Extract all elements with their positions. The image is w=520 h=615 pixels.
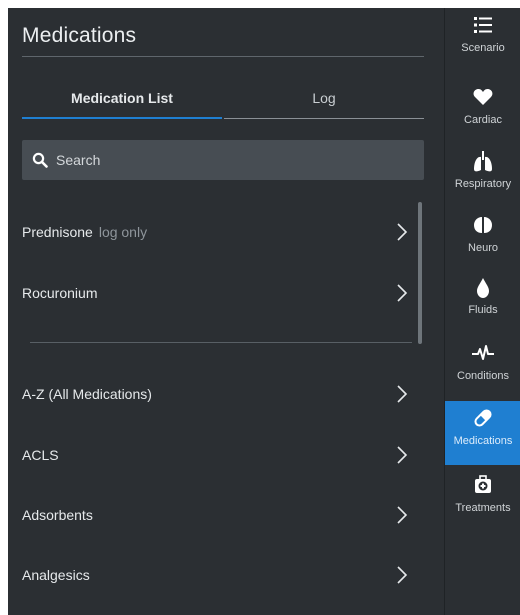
pill-icon bbox=[445, 407, 520, 431]
list-item-note: log only bbox=[98, 224, 148, 240]
app-window: Medications Medication List Log Predniso… bbox=[8, 8, 520, 615]
nav-item-scenario[interactable]: Scenario bbox=[445, 8, 520, 72]
nav-label: Treatments bbox=[455, 502, 511, 514]
chevron-right-icon bbox=[396, 384, 408, 409]
nav-label: Medications bbox=[453, 435, 513, 447]
search-icon bbox=[32, 152, 48, 168]
list-icon bbox=[445, 14, 520, 38]
category-label: Analgesics bbox=[22, 567, 90, 583]
brain-icon bbox=[445, 214, 520, 238]
nav-item-treatments[interactable]: Treatments bbox=[445, 468, 520, 532]
category-adsorbents[interactable]: Adsorbents bbox=[22, 485, 418, 545]
chevron-right-icon bbox=[396, 505, 408, 530]
category-label: A-Z (All Medications) bbox=[22, 386, 152, 402]
nav-item-fluids[interactable]: Fluids bbox=[445, 270, 520, 334]
category-a-z[interactable]: A-Z (All Medications) bbox=[22, 364, 418, 424]
list-item-rocuronium[interactable]: Rocuronium bbox=[22, 263, 418, 323]
tab-log[interactable]: Log bbox=[224, 80, 424, 118]
nav-item-cardiac[interactable]: Cardiac bbox=[445, 80, 520, 144]
list-item-label: Prednisone bbox=[22, 224, 93, 240]
side-nav: Scenario Cardiac Respiratory Neuro Fluid… bbox=[444, 8, 520, 615]
search-bar[interactable] bbox=[22, 140, 424, 180]
droplet-icon bbox=[445, 276, 520, 300]
lungs-icon bbox=[445, 150, 520, 174]
category-analgesics[interactable]: Analgesics bbox=[22, 545, 418, 605]
chevron-right-icon bbox=[396, 445, 408, 470]
category-label: ACLS bbox=[22, 447, 59, 463]
medications-panel: Medications Medication List Log Predniso… bbox=[8, 8, 444, 615]
page-title: Medications bbox=[22, 24, 137, 47]
active-tab-indicator bbox=[22, 117, 222, 119]
search-input[interactable] bbox=[56, 152, 396, 168]
list-item-prednisone[interactable]: Prednisone log only bbox=[22, 202, 418, 262]
nav-label: Fluids bbox=[468, 304, 498, 316]
nav-item-medications[interactable]: Medications bbox=[445, 401, 520, 465]
section-divider bbox=[30, 342, 412, 343]
nav-item-neuro[interactable]: Neuro bbox=[445, 208, 520, 272]
pulse-icon bbox=[445, 342, 520, 366]
nav-label: Cardiac bbox=[464, 114, 502, 126]
tab-underline bbox=[224, 118, 424, 119]
nav-label: Conditions bbox=[457, 370, 509, 382]
chevron-right-icon bbox=[396, 565, 408, 590]
category-acls[interactable]: ACLS bbox=[22, 425, 418, 485]
list-item-label: Rocuronium bbox=[22, 285, 98, 301]
title-divider bbox=[22, 56, 424, 57]
chevron-right-icon bbox=[396, 222, 408, 247]
nav-item-respiratory[interactable]: Respiratory bbox=[445, 144, 520, 208]
nav-label: Respiratory bbox=[454, 178, 512, 190]
chevron-right-icon bbox=[396, 283, 408, 308]
nav-label: Scenario bbox=[461, 42, 505, 54]
medkit-icon bbox=[445, 474, 520, 498]
category-label: Adsorbents bbox=[22, 507, 93, 523]
tab-medication-list[interactable]: Medication List bbox=[22, 80, 222, 118]
scrollbar[interactable] bbox=[418, 202, 422, 344]
nav-label: Neuro bbox=[468, 242, 498, 254]
heart-icon bbox=[445, 86, 520, 110]
nav-item-conditions[interactable]: Conditions bbox=[445, 336, 520, 400]
